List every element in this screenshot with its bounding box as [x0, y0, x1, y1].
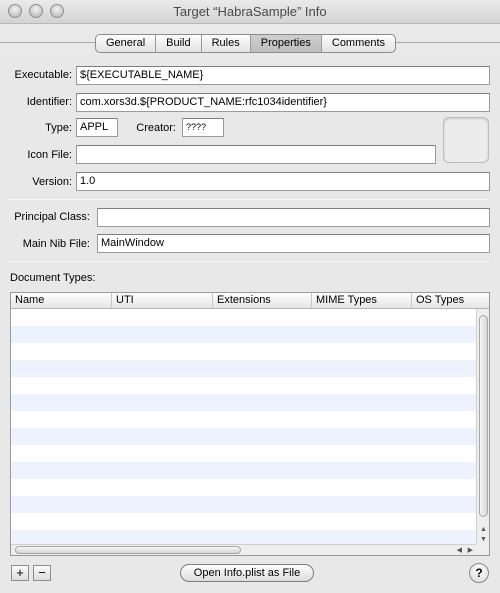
executable-label: Executable: [14, 69, 72, 81]
table-row[interactable] [11, 343, 476, 360]
scroll-left-arrow-icon[interactable]: ◀ [457, 546, 462, 554]
tab-general[interactable]: General [96, 35, 157, 52]
tab-segmented-control: General Build Rules Properties Comments [95, 34, 397, 53]
help-button[interactable]: ? [469, 563, 489, 583]
type-field[interactable]: APPL [76, 118, 118, 137]
table-rows[interactable] [11, 309, 476, 547]
scroll-up-arrow-icon[interactable]: ▲ [480, 526, 487, 533]
table-row[interactable] [11, 496, 476, 513]
column-header-os-types[interactable]: OS Types [412, 293, 489, 309]
version-label: Version: [32, 176, 72, 188]
scroll-corner [476, 544, 489, 555]
document-types-label: Document Types: [10, 272, 96, 284]
horizontal-scrollbar[interactable]: ◀ ▶ [11, 544, 476, 555]
column-header-uti[interactable]: UTI [112, 293, 213, 309]
add-document-type-button[interactable]: + [11, 565, 29, 581]
creator-field[interactable]: ???? [182, 118, 224, 137]
open-info-plist-button[interactable]: Open Info.plist as File [180, 564, 314, 582]
section-divider [8, 261, 490, 262]
table-row[interactable] [11, 326, 476, 343]
table-row[interactable] [11, 309, 476, 326]
table-row[interactable] [11, 394, 476, 411]
scroll-down-arrow-icon[interactable]: ▼ [480, 536, 487, 543]
identifier-field[interactable]: com.xors3d.${PRODUCT_NAME:rfc1034identif… [76, 93, 490, 112]
table-row[interactable] [11, 360, 476, 377]
table-row[interactable] [11, 513, 476, 530]
identifier-label: Identifier: [26, 96, 72, 108]
table-row[interactable] [11, 377, 476, 394]
type-label: Type: [45, 122, 72, 134]
icon-file-field[interactable] [76, 145, 436, 164]
scroll-right-arrow-icon[interactable]: ▶ [468, 546, 473, 554]
title-bar: Target “HabraSample” Info [0, 0, 500, 24]
vertical-scroll-thumb[interactable] [479, 315, 488, 517]
table-row[interactable] [11, 445, 476, 462]
document-types-table[interactable]: Name UTI Extensions MIME Types OS Types … [10, 292, 490, 556]
section-divider [8, 199, 490, 200]
creator-label: Creator: [136, 122, 176, 134]
icon-file-label: Icon File: [27, 149, 72, 161]
tab-properties[interactable]: Properties [250, 35, 322, 52]
horizontal-scroll-thumb[interactable] [15, 546, 241, 554]
table-row[interactable] [11, 411, 476, 428]
column-header-name[interactable]: Name [11, 293, 112, 309]
tab-build[interactable]: Build [156, 35, 202, 52]
main-nib-file-label: Main Nib File: [22, 238, 90, 250]
tab-comments[interactable]: Comments [322, 35, 395, 52]
remove-document-type-button[interactable]: − [33, 565, 51, 581]
executable-field[interactable]: ${EXECUTABLE_NAME} [76, 66, 490, 85]
table-row[interactable] [11, 428, 476, 445]
principal-class-field[interactable] [97, 208, 490, 227]
vertical-scrollbar[interactable]: ▲ ▼ [476, 309, 489, 545]
window-title: Target “HabraSample” Info [173, 4, 327, 19]
column-header-extensions[interactable]: Extensions [213, 293, 312, 309]
tab-rules[interactable]: Rules [202, 35, 251, 52]
column-header-mime-types[interactable]: MIME Types [312, 293, 412, 309]
main-nib-file-field[interactable]: MainWindow [97, 234, 490, 253]
info-window: Target “HabraSample” Info General Build … [0, 0, 500, 593]
table-header: Name UTI Extensions MIME Types OS Types [11, 293, 489, 309]
table-row[interactable] [11, 479, 476, 496]
icon-image-well[interactable] [443, 117, 489, 163]
tab-bar: General Build Rules Properties Comments [0, 24, 500, 58]
principal-class-label: Principal Class: [14, 211, 90, 223]
version-field[interactable]: 1.0 [76, 172, 490, 191]
table-row[interactable] [11, 462, 476, 479]
